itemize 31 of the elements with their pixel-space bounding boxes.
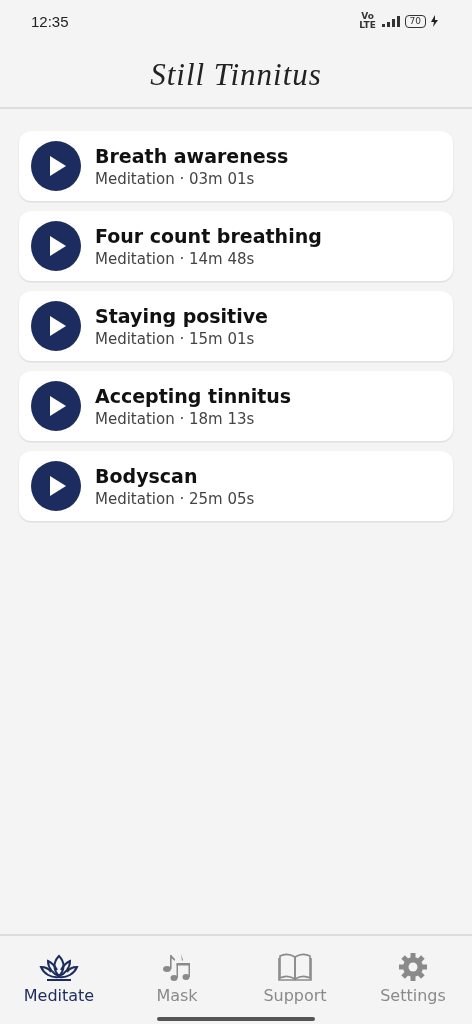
session-details: Meditation · 18m 13s xyxy=(95,409,256,428)
play-icon[interactable] xyxy=(31,141,81,191)
play-icon[interactable] xyxy=(31,301,81,351)
session-title: Staying positive xyxy=(95,304,268,327)
battery-level: 70 xyxy=(404,14,426,28)
play-icon[interactable] xyxy=(31,461,81,511)
settings-icon xyxy=(398,952,428,982)
session-card[interactable]: Breath awareness Meditation · 03m 01s xyxy=(19,131,453,201)
app-title: Still Tinnitus xyxy=(150,56,322,93)
play-icon[interactable] xyxy=(31,221,81,271)
network-label: Vo LTE xyxy=(358,12,377,30)
nav-tab[interactable]: Meditate xyxy=(0,936,118,1024)
session-card[interactable]: Four count breathing Meditation · 14m 48s xyxy=(19,211,453,281)
session-details: Meditation · 14m 48s xyxy=(95,249,256,268)
signal-icon xyxy=(381,15,400,27)
session-details: Meditation · 25m 05s xyxy=(95,489,255,508)
session-details: Meditation · 15m 01s xyxy=(95,329,256,348)
session-title: Breath awareness xyxy=(95,144,289,167)
play-icon[interactable] xyxy=(31,381,81,431)
session-title: Bodyscan xyxy=(95,464,199,487)
lotus-icon xyxy=(39,952,79,982)
status-time: 12:35 xyxy=(31,12,69,30)
book-icon xyxy=(278,952,312,982)
session-card[interactable]: Bodyscan Meditation · 25m 05s xyxy=(19,451,453,521)
session-card[interactable]: Accepting tinnitus Meditation · 18m 13s xyxy=(19,371,453,441)
session-card[interactable]: Staying positive Meditation · 15m 01s xyxy=(19,291,453,361)
session-title: Accepting tinnitus xyxy=(95,384,292,407)
music-notes-icon xyxy=(162,952,192,982)
session-title: Four count breathing xyxy=(95,224,322,247)
session-details: Meditation · 03m 01s xyxy=(95,169,256,188)
charging-icon xyxy=(431,15,438,27)
